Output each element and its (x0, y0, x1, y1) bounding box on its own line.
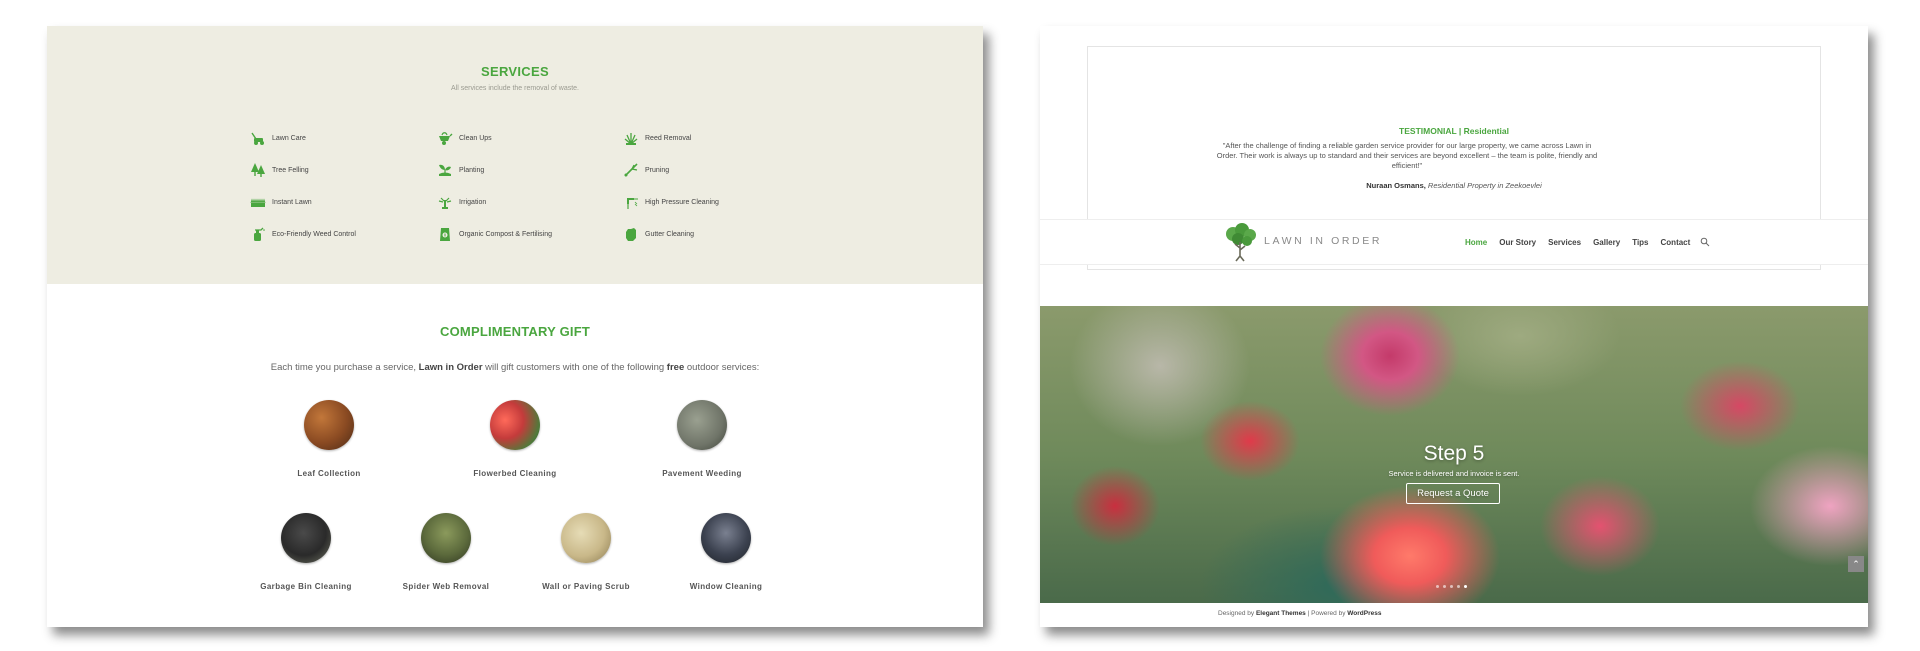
service-label: Gutter Cleaning (645, 230, 695, 238)
site-footer: Designed by Elegant Themes | Powered by … (1218, 610, 1382, 617)
service-item[interactable]: Eco-Friendly Weed Control (250, 226, 356, 242)
service-item[interactable]: Gutter Cleaning (623, 226, 694, 242)
glove-icon (623, 226, 639, 242)
gift-item[interactable]: Flowerbed Cleaning (445, 400, 585, 478)
compost-bag-icon (437, 226, 453, 242)
lawnmower-icon (250, 130, 266, 146)
wordpress-link[interactable]: WordPress (1347, 610, 1381, 617)
service-item[interactable]: Irrigation (437, 194, 486, 210)
service-item[interactable]: Clean Ups (437, 130, 492, 146)
nav-gallery[interactable]: Gallery (1593, 238, 1620, 247)
gift-label: Pavement Weeding (662, 469, 742, 478)
slider-dot[interactable] (1436, 585, 1439, 588)
service-label: Pruning (645, 166, 670, 174)
trees-icon (250, 162, 266, 178)
pressure-washer-icon (623, 194, 639, 210)
services-section: SERVICES All services include the remova… (47, 26, 983, 284)
reed-icon (623, 130, 639, 146)
leaf-collection-image (304, 400, 354, 450)
testimonial-title: TESTIMONIAL | Residential (1399, 126, 1509, 136)
gift-title: COMPLIMENTARY GIFT (440, 324, 590, 339)
flowerbed-image (490, 400, 540, 450)
planting-icon (437, 162, 453, 178)
free-emphasis: free (666, 362, 685, 373)
wheelbarrow-icon (437, 130, 453, 146)
slider-dot[interactable] (1443, 585, 1446, 588)
service-item[interactable]: Instant Lawn (250, 194, 312, 210)
gift-item[interactable]: Leaf Collection (259, 400, 399, 478)
spray-bottle-icon (250, 226, 266, 242)
gift-item[interactable]: Spider Web Removal (376, 513, 516, 591)
service-item[interactable]: Lawn Care (250, 130, 306, 146)
nav-home[interactable]: Home (1465, 238, 1487, 247)
services-title: SERVICES (481, 64, 549, 79)
pavement-image (677, 400, 727, 450)
home-page-panel: TESTIMONIAL | Residential "After the cha… (1040, 26, 1868, 627)
hero-subtitle: Service is delivered and invoice is sent… (1388, 469, 1520, 478)
request-quote-button[interactable]: Request a Quote (1406, 483, 1500, 504)
service-label: Planting (459, 166, 485, 174)
services-page-panel: SERVICES All services include the remova… (47, 26, 983, 627)
nav-contact[interactable]: Contact (1661, 238, 1691, 247)
gift-label: Spider Web Removal (402, 582, 490, 591)
service-label: High Pressure Cleaning (645, 198, 719, 206)
gift-item[interactable]: Garbage Bin Cleaning (236, 513, 376, 591)
gift-label: Flowerbed Cleaning (473, 469, 557, 478)
brand-name: Lawn in Order (418, 362, 483, 373)
window-cleaning-image (701, 513, 751, 563)
logo-text[interactable]: LAWN IN ORDER (1264, 235, 1382, 247)
service-item[interactable]: High Pressure Cleaning (623, 194, 719, 210)
service-label: Reed Removal (645, 134, 692, 142)
shears-icon (623, 162, 639, 178)
wall-scrub-image (561, 513, 611, 563)
slider-dot-active[interactable] (1464, 585, 1467, 588)
slider-dot[interactable] (1450, 585, 1453, 588)
service-label: Eco-Friendly Weed Control (272, 230, 356, 238)
gift-item[interactable]: Wall or Paving Scrub (516, 513, 656, 591)
spider-web-image (421, 513, 471, 563)
nav-our-story[interactable]: Our Story (1499, 238, 1536, 247)
service-item[interactable]: Tree Felling (250, 162, 309, 178)
hero-slider: Step 5 Service is delivered and invoice … (1040, 306, 1868, 603)
slider-dots (1436, 585, 1471, 588)
nav-tips[interactable]: Tips (1632, 238, 1648, 247)
service-label: Tree Felling (272, 166, 309, 174)
service-label: Lawn Care (272, 134, 306, 142)
elegant-themes-link[interactable]: Elegant Themes (1256, 610, 1306, 617)
gift-description: Each time you purchase a service, Lawn i… (270, 362, 760, 373)
gift-item[interactable]: Window Cleaning (656, 513, 796, 591)
service-item[interactable]: Organic Compost & Fertilising (437, 226, 552, 242)
author-detail: Residential Property in Zeekoevlei (1425, 181, 1542, 190)
nav-services[interactable]: Services (1548, 238, 1581, 247)
service-item[interactable]: Reed Removal (623, 130, 691, 146)
gift-label: Window Cleaning (689, 582, 763, 591)
tree-logo-icon[interactable] (1218, 222, 1264, 264)
service-item[interactable]: Pruning (623, 162, 669, 178)
hero-title: Step 5 (1423, 442, 1485, 465)
gift-label: Wall or Paving Scrub (542, 582, 630, 591)
search-icon[interactable] (1700, 237, 1710, 247)
garbage-bin-image (281, 513, 331, 563)
gift-label: Leaf Collection (297, 469, 361, 478)
main-nav: Home Our Story Services Gallery Tips Con… (1465, 237, 1710, 247)
gift-item[interactable]: Pavement Weeding (632, 400, 772, 478)
chevron-up-icon: ⌃ (1852, 559, 1860, 569)
gift-label: Garbage Bin Cleaning (260, 582, 352, 591)
service-label: Instant Lawn (272, 198, 312, 206)
testimonial-author: Nuraan Osmans, Residential Property in Z… (1040, 181, 1868, 190)
author-name: Nuraan Osmans, (1366, 181, 1426, 190)
service-item[interactable]: Planting (437, 162, 484, 178)
sprinkler-icon (437, 194, 453, 210)
services-subtitle: All services include the removal of wast… (451, 85, 579, 92)
slider-dot[interactable] (1457, 585, 1460, 588)
service-label: Clean Ups (459, 134, 492, 142)
site-header: LAWN IN ORDER Home Our Story Services Ga… (1040, 219, 1868, 265)
service-label: Organic Compost & Fertilising (459, 230, 552, 238)
turf-icon (250, 194, 266, 210)
back-to-top-button[interactable]: ⌃ (1848, 556, 1864, 572)
testimonial-quote: "After the challenge of finding a reliab… (1216, 141, 1598, 170)
service-label: Irrigation (459, 198, 487, 206)
